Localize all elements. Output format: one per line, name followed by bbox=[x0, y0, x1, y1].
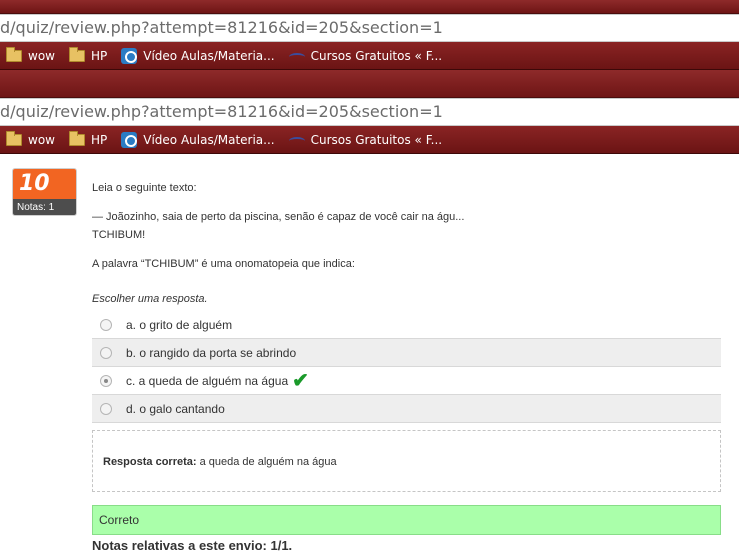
radio-button-selected[interactable] bbox=[100, 374, 112, 387]
bookmark-wow[interactable]: wow bbox=[6, 46, 55, 63]
folder-icon bbox=[6, 130, 22, 146]
answer-label: c. a queda de alguém na água bbox=[126, 373, 289, 388]
question-quote-line1: — Joãozinho, saia de perto da piscina, s… bbox=[92, 211, 465, 223]
answer-option-d[interactable]: d. o galo cantando bbox=[92, 395, 721, 423]
radio-button[interactable] bbox=[100, 402, 112, 415]
folder-icon bbox=[68, 130, 85, 146]
correct-answer-feedback: Resposta correta: a queda de alguém na á… bbox=[92, 430, 721, 492]
radio-button[interactable] bbox=[100, 318, 112, 331]
radio-button[interactable] bbox=[100, 346, 112, 359]
bookmark-cursos-gratuitos[interactable]: Cursos Gratuitos « F... bbox=[288, 133, 442, 147]
answer-label: d. o galo cantando bbox=[126, 401, 225, 416]
question-number: 10 bbox=[13, 169, 76, 199]
answer-label: a. o grito de alguém bbox=[126, 317, 233, 332]
question-intro: Leia o seguinte texto: bbox=[92, 182, 197, 194]
bookmark-cursos-gratuitos[interactable]: Cursos Gratuitos « F... bbox=[288, 49, 442, 63]
site-icon bbox=[121, 131, 138, 148]
address-bar-url: d/quiz/review.php?attempt=81216&id=205&s… bbox=[0, 18, 443, 37]
bookmark-hp[interactable]: HP bbox=[68, 130, 107, 147]
bookmarks-bar: wow HP Vídeo Aulas/Materia... Cursos Gra… bbox=[0, 126, 739, 154]
folder-icon bbox=[68, 46, 85, 62]
answer-option-b[interactable]: b. o rangido da porta se abrindo bbox=[92, 339, 721, 367]
checkmark-icon: ✔ bbox=[292, 369, 309, 392]
status-text: Correto bbox=[99, 513, 140, 527]
tab-strip bbox=[0, 0, 739, 14]
status-correct-box: Correto bbox=[92, 505, 721, 535]
answer-instruction: Escolher uma resposta. bbox=[92, 293, 208, 305]
bookmark-hp[interactable]: HP bbox=[68, 46, 107, 63]
tab-strip bbox=[0, 70, 739, 98]
bookmark-video-aulas[interactable]: Vídeo Aulas/Materia... bbox=[121, 47, 275, 64]
correct-answer-value: a queda de alguém na água bbox=[199, 456, 337, 468]
answer-label: b. o rangido da porta se abrindo bbox=[126, 345, 297, 360]
address-bar-url: d/quiz/review.php?attempt=81216&id=205&s… bbox=[0, 102, 443, 121]
bookmark-video-aulas[interactable]: Vídeo Aulas/Materia... bbox=[121, 131, 275, 148]
question-number-badge: 10 Notas: 1 bbox=[12, 168, 77, 216]
address-bar[interactable]: d/quiz/review.php?attempt=81216&id=205&s… bbox=[0, 14, 739, 42]
address-bar[interactable]: d/quiz/review.php?attempt=81216&id=205&s… bbox=[0, 98, 739, 126]
site-icon bbox=[121, 47, 138, 64]
bookmarks-bar: wow HP Vídeo Aulas/Materia... Cursos Gra… bbox=[0, 42, 739, 70]
correct-answer-label: Resposta correta: bbox=[103, 456, 197, 468]
question-prompt: A palavra “TCHIBUM” é uma onomatopeia qu… bbox=[92, 258, 355, 270]
question-quote-line2: TCHIBUM! bbox=[92, 229, 146, 241]
answer-option-a[interactable]: a. o grito de alguém bbox=[92, 311, 721, 339]
folder-icon bbox=[6, 46, 22, 62]
answer-option-c[interactable]: c. a queda de alguém na água ✔ bbox=[92, 367, 721, 395]
bookmark-wow[interactable]: wow bbox=[6, 130, 55, 147]
bird-icon bbox=[288, 51, 305, 61]
question-grade: Notas: 1 bbox=[13, 199, 76, 215]
grade-summary: Notas relativas a este envio: 1/1. bbox=[92, 538, 293, 553]
bird-icon bbox=[288, 135, 305, 145]
